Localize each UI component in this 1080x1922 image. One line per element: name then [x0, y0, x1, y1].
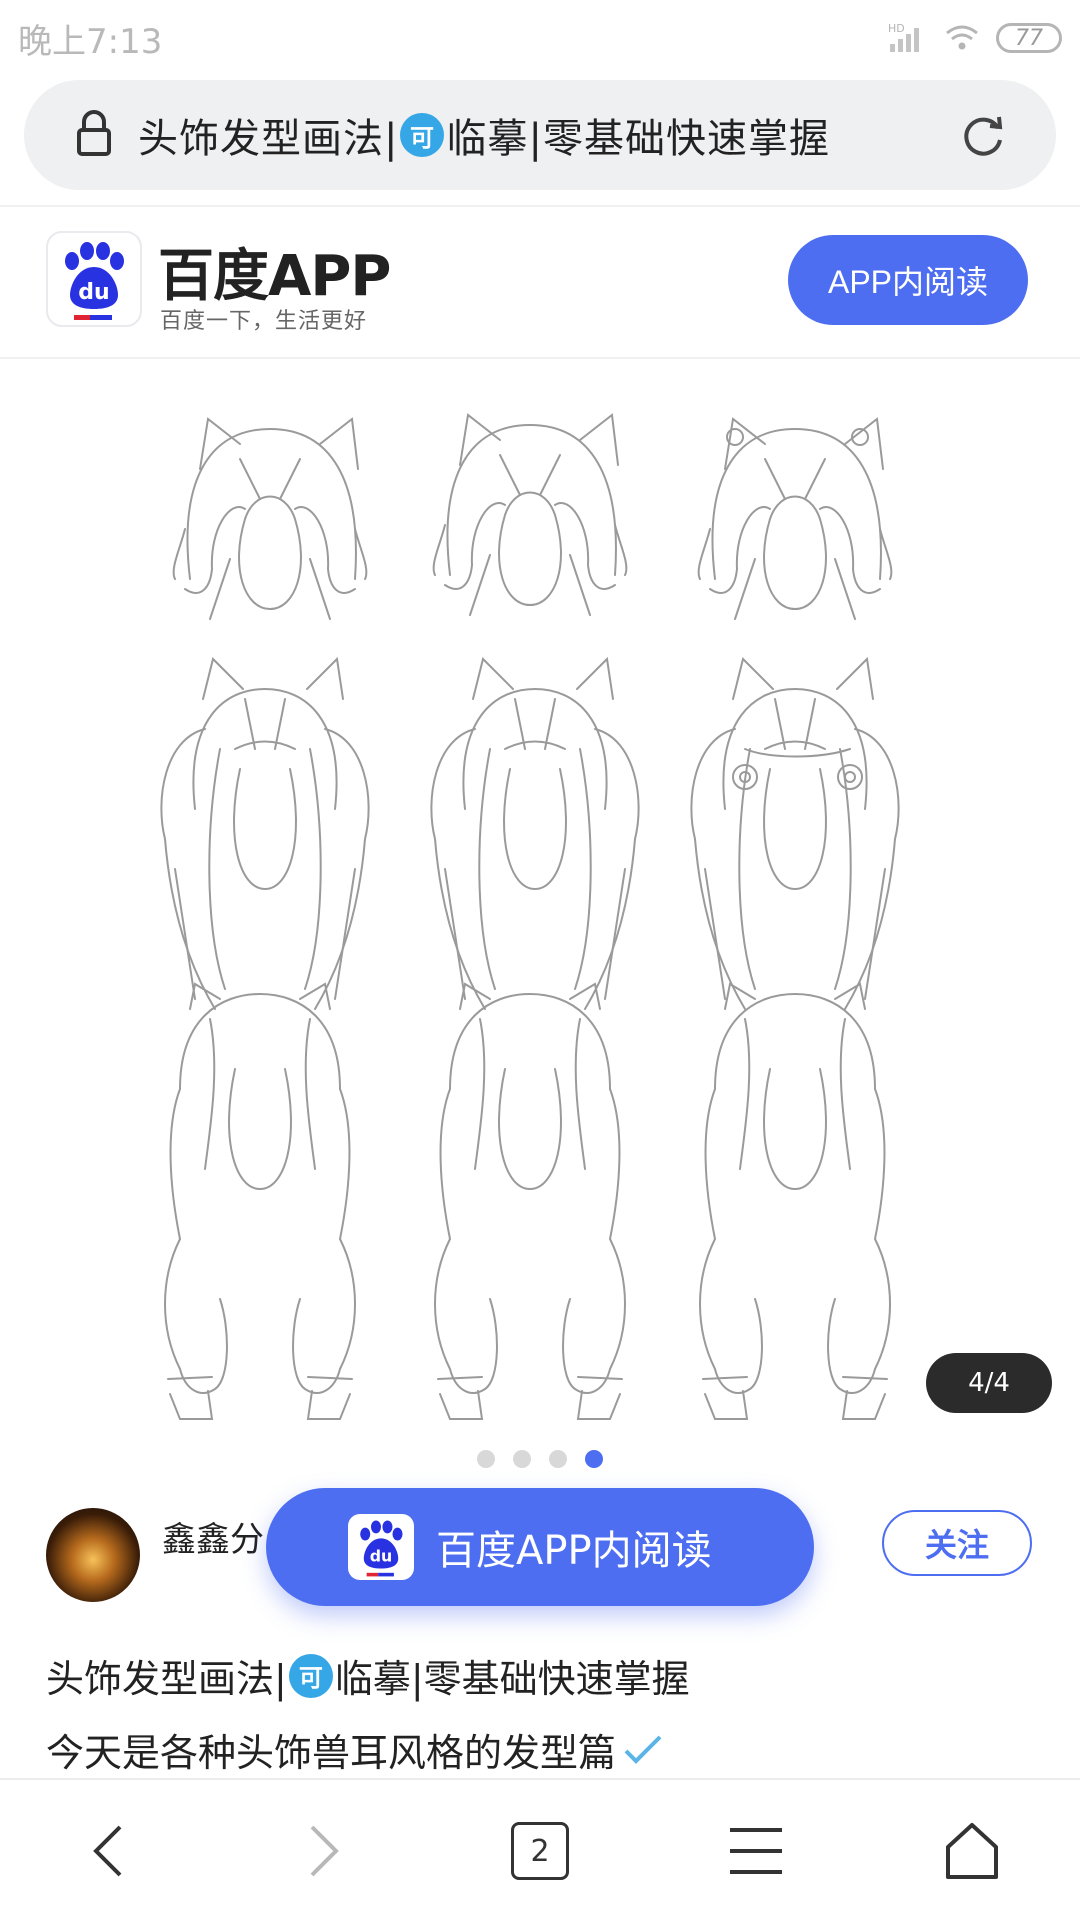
bottom-nav: 2 [0, 1778, 1080, 1922]
svg-text:du: du [78, 280, 109, 305]
check-icon [624, 1735, 662, 1764]
svg-text:du: du [370, 1546, 393, 1565]
hairstyle-sketch-image [160, 414, 900, 1420]
avatar[interactable] [46, 1508, 140, 1602]
author-name[interactable]: 鑫鑫分 [162, 1512, 264, 1561]
menu-button[interactable] [648, 1780, 864, 1922]
baidu-logo-icon: du [348, 1514, 414, 1580]
app-banner: du 百度APP 百度一下，生活更好 APP内阅读 [0, 207, 1080, 357]
wifi-icon [946, 25, 978, 50]
pagination-dot-active[interactable] [585, 1450, 603, 1468]
app-slogan: 百度一下，生活更好 [160, 309, 368, 334]
post-description: 今天是各种头饰兽耳风格的发型篇 [46, 1722, 664, 1777]
post-title: 头饰发型画法| 可 临摹|零基础快速掌握 [46, 1648, 690, 1703]
home-icon [946, 1823, 998, 1879]
post-title-part1: 头饰发型画法| [46, 1657, 287, 1701]
ke-badge-icon: 可 [288, 1653, 333, 1698]
status-bar: 晚上7:13 HD 77 [0, 0, 1080, 76]
reload-icon[interactable] [958, 110, 1008, 160]
app-name: 百度APP [158, 244, 391, 309]
pagination-dots[interactable] [0, 1450, 1080, 1468]
hd-label: HD [888, 22, 905, 35]
image-gallery[interactable]: 4/4 [0, 359, 1080, 1439]
battery-indicator: 77 [996, 23, 1062, 53]
signal-icon: HD [888, 22, 919, 52]
follow-button[interactable]: 关注 [882, 1510, 1032, 1576]
open-in-app-button[interactable]: APP内阅读 [788, 235, 1028, 325]
page-title-part1: 头饰发型画法| [138, 116, 399, 162]
forward-button[interactable] [216, 1780, 432, 1922]
post-description-text: 今天是各种头饰兽耳风格的发型篇 [46, 1731, 617, 1775]
back-icon [93, 1825, 122, 1877]
ke-badge-icon: 可 [400, 113, 445, 157]
status-time: 晚上7:13 [18, 22, 163, 62]
menu-icon [730, 1828, 782, 1874]
pagination-dot[interactable] [513, 1450, 531, 1468]
tabs-icon: 2 [511, 1822, 569, 1880]
lock-icon [77, 110, 111, 156]
back-button[interactable] [0, 1780, 216, 1922]
open-in-baidu-app-button[interactable]: du 百度APP内阅读 [266, 1488, 814, 1606]
baidu-logo-icon: du [46, 231, 142, 327]
address-bar[interactable]: 头饰发型画法| 可 临摹|零基础快速掌握 [24, 80, 1056, 190]
page-counter: 4/4 [926, 1353, 1052, 1413]
forward-icon [310, 1825, 339, 1877]
pagination-dot[interactable] [549, 1450, 567, 1468]
open-in-app-label: 百度APP内阅读 [436, 1528, 712, 1574]
status-icons: HD 77 [888, 16, 1062, 60]
page-title[interactable]: 头饰发型画法| 可 临摹|零基础快速掌握 [138, 106, 830, 164]
pagination-dot[interactable] [477, 1450, 495, 1468]
home-button[interactable] [864, 1780, 1080, 1922]
page-title-part2: 临摹|零基础快速掌握 [446, 116, 830, 162]
post-title-part2: 临摹|零基础快速掌握 [334, 1657, 690, 1701]
tabs-button[interactable]: 2 [432, 1780, 648, 1922]
